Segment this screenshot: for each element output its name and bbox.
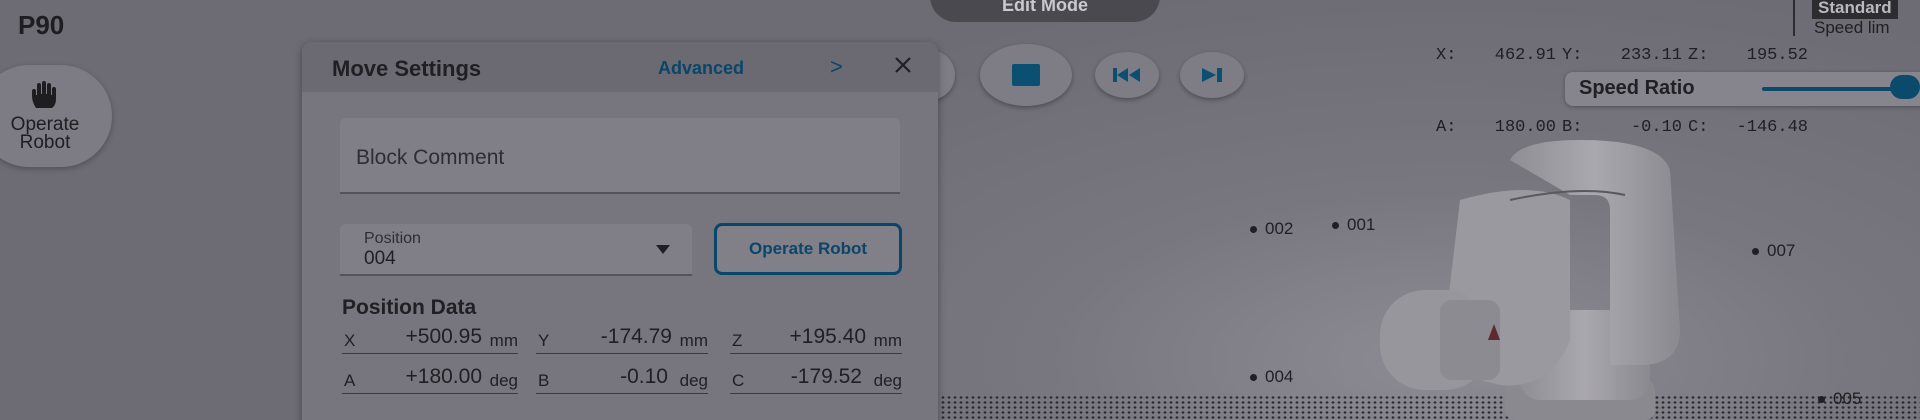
skip-forward-icon <box>1202 68 1222 82</box>
position-field-unit: deg <box>679 371 708 390</box>
point-marker[interactable]: 005 <box>1818 389 1861 409</box>
point-marker[interactable]: 007 <box>1752 241 1795 261</box>
skip-forward-button[interactable] <box>1180 52 1244 98</box>
coord-value-b: -0.10 <box>1630 118 1682 137</box>
point-marker[interactable]: 001 <box>1332 215 1375 235</box>
speed-ratio-control: Speed Ratio <box>1565 72 1920 106</box>
point-label: 005 <box>1833 389 1862 408</box>
stop-icon <box>1012 64 1040 86</box>
panel-title: Move Settings <box>332 56 482 81</box>
coord-label-b: B: <box>1562 118 1583 137</box>
position-field-value: +180.00 <box>405 365 483 388</box>
chevron-right-icon[interactable]: > <box>830 54 843 80</box>
coord-label-a: A: <box>1436 118 1457 137</box>
move-settings-panel: Move Settings Advanced > Block Comment P… <box>302 42 938 420</box>
point-dot <box>1818 395 1825 403</box>
point-dot <box>1250 373 1257 381</box>
position-field-unit: deg <box>873 371 902 390</box>
coord-label-x: X: <box>1436 46 1457 65</box>
position-field-value: +500.95 <box>405 325 483 348</box>
point-label: 001 <box>1347 215 1376 234</box>
position-field-axis: X <box>344 331 356 350</box>
operate-robot-side-button[interactable]: Operate Robot <box>0 65 112 167</box>
page-title: P90 <box>18 10 65 40</box>
position-field-unit: deg <box>489 371 518 390</box>
position-select-value: 004 <box>364 248 396 269</box>
point-marker[interactable]: 002 <box>1250 219 1293 239</box>
block-comment-field[interactable]: Block Comment <box>340 118 900 194</box>
robot-arm-model[interactable] <box>1380 140 1720 420</box>
coord-value-y: 233.11 <box>1620 46 1682 65</box>
position-field-b[interactable]: B -0.10 deg <box>536 364 708 394</box>
coord-value-a: 180.00 <box>1494 118 1556 137</box>
position-field-c[interactable]: C -179.52 deg <box>730 364 902 394</box>
speed-ratio-label: Speed Ratio <box>1579 77 1695 99</box>
operate-robot-label-2: Robot <box>19 132 71 153</box>
position-field-axis: Y <box>538 331 550 350</box>
position-field-a[interactable]: A +180.00 deg <box>342 364 518 394</box>
advanced-link[interactable]: Advanced <box>658 58 744 79</box>
edit-mode-tab[interactable]: Edit Mode <box>930 0 1160 22</box>
coord-value-c: -146.48 <box>1736 118 1808 137</box>
point-dot <box>1250 225 1257 233</box>
speed-limit-label: Speed lim <box>1814 18 1890 37</box>
operate-robot-button[interactable]: Operate Robot <box>714 223 902 275</box>
speed-ratio-thumb[interactable] <box>1890 75 1920 99</box>
position-field-axis: B <box>538 371 550 390</box>
position-field-axis: C <box>732 371 745 390</box>
skip-back-icon <box>1113 68 1140 82</box>
position-field-x[interactable]: X +500.95 mm <box>342 324 518 354</box>
position-field-value: -179.52 <box>790 365 862 388</box>
position-field-z[interactable]: Z +195.40 mm <box>730 324 902 354</box>
coord-value-z: 195.52 <box>1746 46 1808 65</box>
position-field-axis: Z <box>732 331 743 350</box>
panel-header: Move Settings Advanced > <box>302 42 938 92</box>
point-dot <box>1332 221 1339 229</box>
position-field-axis: A <box>344 371 356 390</box>
coord-label-c: C: <box>1688 118 1709 137</box>
position-field-unit: mm <box>873 331 902 350</box>
position-data-title: Position Data <box>342 296 477 319</box>
position-select-label: Position <box>364 230 421 247</box>
block-comment-placeholder: Block Comment <box>356 146 505 169</box>
point-marker[interactable]: 004 <box>1250 367 1293 387</box>
position-field-y[interactable]: Y -174.79 mm <box>536 324 708 354</box>
position-field-unit: mm <box>489 331 518 350</box>
point-label: 007 <box>1767 241 1796 260</box>
position-field-value: +195.40 <box>789 325 867 348</box>
close-icon[interactable] <box>888 50 918 80</box>
point-dot <box>1752 247 1759 255</box>
stop-button[interactable] <box>980 44 1072 106</box>
coords-divider <box>1793 0 1795 36</box>
coord-label-z: Z: <box>1688 46 1709 65</box>
hand-icon <box>32 81 56 108</box>
coord-label-y: Y: <box>1562 46 1583 65</box>
position-field-unit: mm <box>679 331 708 350</box>
dropdown-caret-icon <box>656 245 670 254</box>
standard-badge: Standard <box>1812 0 1898 19</box>
point-label: 004 <box>1265 367 1294 386</box>
position-field-value: -174.79 <box>600 325 672 348</box>
skip-back-button[interactable] <box>1095 52 1159 98</box>
point-label: 002 <box>1265 219 1294 238</box>
coord-value-x: 462.91 <box>1494 46 1556 65</box>
position-select[interactable]: Position 004 <box>340 224 692 276</box>
position-field-value: -0.10 <box>620 365 668 388</box>
